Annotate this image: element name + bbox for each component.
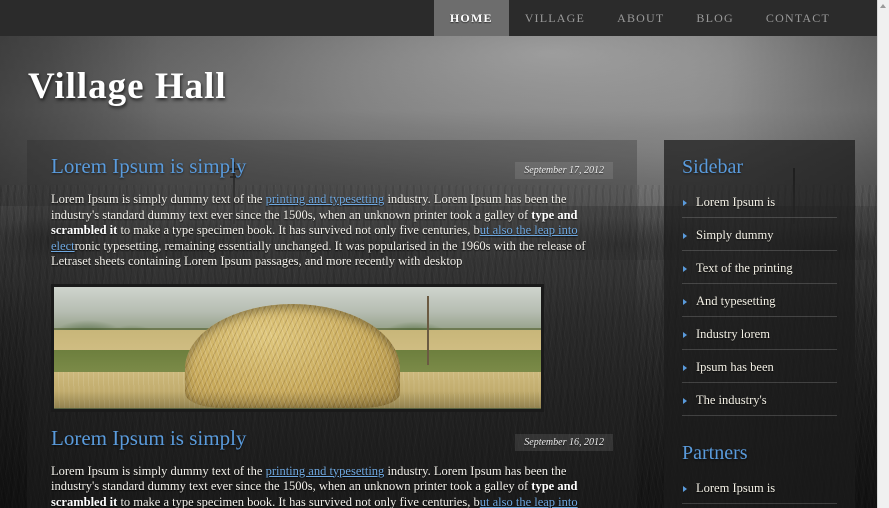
triangle-bullet-icon (683, 233, 687, 239)
page-root: HOME VILLAGE ABOUT BLOG CONTACT Village … (0, 0, 889, 508)
article-header: Lorem Ipsum is simply September 17, 2012 (51, 154, 613, 188)
photo-utility-pole (426, 296, 429, 365)
sidebar-list-item[interactable]: Simply dummy (682, 224, 837, 251)
partners-widget-title: Partners (682, 442, 748, 464)
sidebar-item-label: And typesetting (696, 294, 776, 308)
article-item: Lorem Ipsum is simply September 17, 2012… (51, 154, 613, 412)
nav-item-home[interactable]: HOME (433, 0, 509, 36)
article-date: September 16, 2012 (515, 433, 613, 451)
sidebar-list-item[interactable]: Lorem Ipsum is (682, 191, 837, 218)
sidebar-list-item[interactable]: Text of the printing (682, 257, 837, 284)
article-body: Lorem Ipsum is simply dummy text of the … (51, 192, 613, 270)
sidebar-item-label: Lorem Ipsum is (696, 195, 776, 209)
sidebar-list-item[interactable]: Ipsum has been (682, 356, 837, 383)
photo-foreground-shadow (54, 391, 541, 409)
sidebar-item-label: Simply dummy (696, 228, 774, 242)
vertical-scrollbar[interactable] (877, 0, 889, 508)
scrollbar-thumb[interactable] (879, 14, 888, 134)
article-text-segment: ronic typesetting, remaining essentially… (51, 238, 586, 269)
site-title[interactable]: Village Hall (28, 65, 227, 108)
sidebar-item-label: Text of the printing (696, 261, 793, 275)
article-date: September 17, 2012 (515, 162, 613, 179)
nav-item-blog[interactable]: BLOG (680, 0, 749, 36)
top-navigation-bar: HOME VILLAGE ABOUT BLOG CONTACT (0, 0, 889, 36)
triangle-bullet-icon (683, 332, 687, 338)
article-text-segment: Lorem Ipsum is simply dummy text of the (51, 463, 266, 478)
sidebar-item-label: The industry's (696, 393, 767, 407)
triangle-bullet-icon (683, 365, 687, 371)
sidebar-widget: Sidebar Lorem Ipsum is Simply dummy Text… (682, 156, 837, 416)
sidebar-list-item[interactable]: And typesetting (682, 290, 837, 317)
triangle-bullet-icon (683, 398, 687, 404)
nav-item-about[interactable]: ABOUT (601, 0, 680, 36)
sidebar-list-item[interactable]: The industry's (682, 389, 837, 416)
nav-list: HOME VILLAGE ABOUT BLOG CONTACT (433, 0, 846, 36)
partners-list-item[interactable]: Lorem Ipsum is (682, 477, 837, 504)
triangle-bullet-icon (683, 266, 687, 272)
main-content-column: Lorem Ipsum is simply September 17, 2012… (27, 140, 637, 508)
partners-widget: Partners Lorem Ipsum is Simply dummy Tex… (682, 442, 837, 508)
partners-item-label: Lorem Ipsum is (696, 481, 776, 495)
article-title[interactable]: Lorem Ipsum is simply (51, 154, 246, 179)
sidebar-item-label: Industry lorem (696, 327, 770, 341)
article-photo-haystack (51, 283, 544, 412)
sidebar-column: Sidebar Lorem Ipsum is Simply dummy Text… (664, 140, 855, 508)
sidebar-item-label: Ipsum has been (696, 360, 774, 374)
nav-item-contact[interactable]: CONTACT (750, 0, 846, 36)
article-body: Lorem Ipsum is simply dummy text of the … (51, 464, 613, 508)
partners-widget-list: Lorem Ipsum is Simply dummy Text of the … (682, 477, 837, 508)
sidebar-list-item[interactable]: Industry lorem (682, 323, 837, 350)
triangle-bullet-icon (683, 486, 687, 492)
article-item: Lorem Ipsum is simply September 16, 2012… (51, 426, 613, 508)
article-header: Lorem Ipsum is simply September 16, 2012 (51, 426, 613, 460)
triangle-bullet-icon (683, 200, 687, 206)
triangle-bullet-icon (683, 299, 687, 305)
article-text-segment: to make a type specimen book. It has sur… (117, 494, 480, 508)
article-text-segment: to make a type specimen book. It has sur… (117, 223, 480, 237)
nav-item-village[interactable]: VILLAGE (509, 0, 601, 36)
scroll-up-arrow-icon[interactable] (880, 4, 886, 8)
sidebar-widget-list: Lorem Ipsum is Simply dummy Text of the … (682, 191, 837, 416)
article-text-segment: Lorem Ipsum is simply dummy text of the (51, 192, 266, 206)
sidebar-widget-title: Sidebar (682, 156, 744, 178)
article-link-printing-typesetting[interactable]: printing and typesetting (266, 464, 385, 478)
article-title[interactable]: Lorem Ipsum is simply (51, 426, 246, 451)
article-link-printing-typesetting[interactable]: printing and typesetting (266, 192, 385, 206)
